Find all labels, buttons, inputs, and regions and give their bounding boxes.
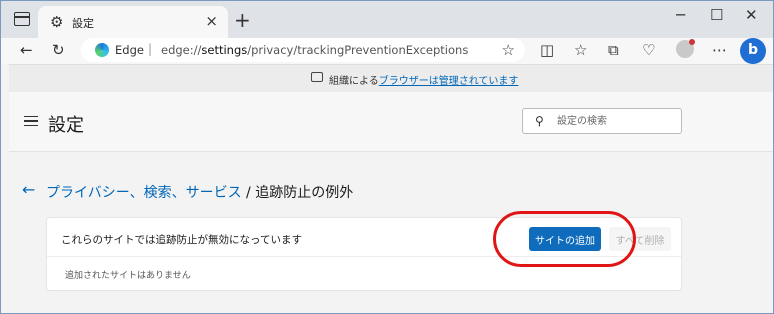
search-icon: ⚲ bbox=[535, 114, 544, 128]
briefcase-icon bbox=[311, 72, 323, 82]
card-label: これらのサイトでは追跡防止が無効になっています bbox=[61, 234, 302, 246]
close-window-icon[interactable]: ✕ bbox=[745, 6, 758, 24]
minimize-icon[interactable]: ─ bbox=[676, 6, 685, 24]
breadcrumb-current: 追跡防止の例外 bbox=[255, 185, 354, 201]
edge-logo-icon bbox=[95, 43, 109, 57]
close-tab-icon[interactable]: × bbox=[205, 12, 218, 30]
address-url: edge://settings/privacy/trackingPreventi… bbox=[161, 43, 468, 57]
tab-actions-icon[interactable] bbox=[14, 12, 30, 26]
menu-icon[interactable] bbox=[24, 116, 38, 126]
refresh-icon[interactable]: ↻ bbox=[52, 41, 65, 59]
managed-banner: 組織によるブラウザーは管理されています bbox=[9, 64, 774, 92]
highlight-annotation bbox=[493, 211, 636, 267]
more-icon[interactable]: ⋯ bbox=[712, 41, 727, 59]
breadcrumb-parent[interactable]: プライバシー、検索、サービス bbox=[46, 185, 242, 201]
settings-search[interactable]: ⚲ bbox=[522, 108, 682, 134]
tab-title: 設定 bbox=[72, 17, 94, 30]
empty-message: 追加されたサイトはありません bbox=[65, 271, 191, 281]
back-arrow-icon[interactable]: ← bbox=[22, 180, 35, 199]
favorites-icon[interactable]: ☆ bbox=[574, 41, 587, 59]
url-prefix: edge:// bbox=[161, 43, 202, 57]
browser-essentials-icon[interactable]: ♡ bbox=[642, 41, 655, 59]
page-title: 設定 bbox=[48, 115, 84, 136]
new-tab-icon[interactable]: + bbox=[234, 8, 251, 32]
gear-icon: ⚙ bbox=[50, 13, 64, 31]
managed-text: 組織による bbox=[329, 76, 379, 87]
address-bar[interactable]: Edge | edge://settings/privacy/trackingP… bbox=[81, 38, 525, 62]
maximize-icon[interactable]: ☐ bbox=[710, 6, 723, 24]
search-input[interactable] bbox=[557, 112, 675, 130]
split-screen-icon[interactable]: ◫ bbox=[540, 41, 554, 59]
url-path: /privacy/trackingPreventionExceptions bbox=[247, 43, 469, 57]
favorite-star-icon[interactable]: ☆ bbox=[502, 41, 515, 59]
profile-avatar[interactable] bbox=[676, 39, 695, 58]
back-icon[interactable]: ← bbox=[20, 41, 33, 59]
bing-copilot-icon[interactable]: b bbox=[740, 38, 766, 64]
managed-link[interactable]: ブラウザーは管理されています bbox=[379, 76, 519, 87]
tab-settings[interactable]: ⚙ 設定 × bbox=[38, 6, 228, 38]
breadcrumb-separator: / bbox=[241, 185, 256, 201]
collections-icon[interactable]: ⧉ bbox=[608, 41, 619, 59]
toolbar: ← ↻ Edge | edge://settings/privacy/track… bbox=[0, 38, 774, 64]
address-brand: Edge bbox=[115, 43, 144, 57]
url-host: settings bbox=[201, 43, 248, 57]
address-separator: | bbox=[148, 42, 153, 56]
breadcrumb: プライバシー、検索、サービス / 追跡防止の例外 bbox=[46, 182, 353, 202]
